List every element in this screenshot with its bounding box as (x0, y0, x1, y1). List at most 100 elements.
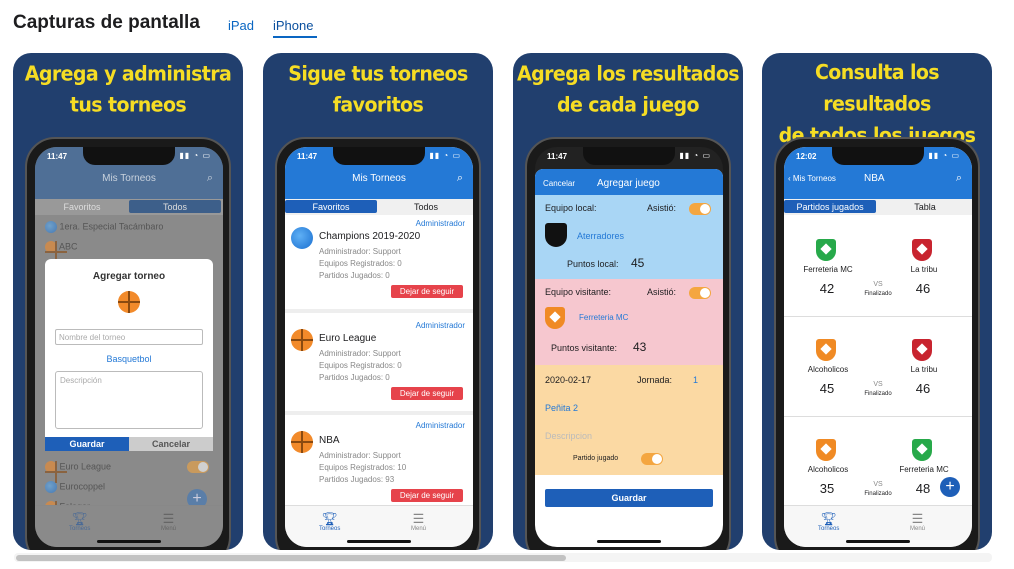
screenshot-card-4[interactable]: Consulta los resultados de todos los jueg… (762, 53, 992, 550)
tab-menu[interactable]: ☰ Menú (161, 511, 176, 533)
list-item[interactable]: Eurocoppel (45, 481, 105, 493)
tab-menu[interactable]: ☰ Menú (411, 512, 426, 533)
home-shield-icon (816, 239, 836, 266)
game-card[interactable]: Ferreteria MC La tribu 42 46 VS Finaliza… (784, 219, 972, 317)
tournament-name-input[interactable]: Nombre del torneo (55, 329, 203, 345)
visitor-points[interactable]: 43 (633, 340, 646, 354)
search-icon[interactable]: ⌕ (457, 172, 463, 185)
add-game-button[interactable]: + (940, 477, 960, 497)
caption-line: de cada juego (556, 93, 700, 117)
menu-icon: ☰ (162, 511, 175, 526)
round-value[interactable]: 1 (693, 375, 698, 385)
tab-menu[interactable]: ☰ Menú (910, 512, 925, 533)
search-icon[interactable]: ⌕ (956, 172, 962, 185)
visitor-team-name[interactable]: Ferreteria MC (579, 313, 628, 322)
played-label: Partido jugado (573, 455, 619, 462)
home-indicator (347, 540, 411, 543)
back-button[interactable]: ‹ Mis Torneos (788, 174, 836, 183)
cancel-button[interactable]: Cancelar (543, 179, 575, 188)
dialog-title: Agregar torneo (92, 271, 166, 282)
tab-torneos[interactable]: 🏆︎ Torneos (69, 511, 90, 533)
tab-torneos[interactable]: 🏆︎ Torneos (818, 511, 839, 533)
seg-played-games: Partidos jugados (784, 200, 877, 213)
local-attended-toggle[interactable] (689, 203, 711, 215)
tournament-card[interactable]: Administrador Champions 2019-2020 Admini… (285, 217, 473, 313)
date-field[interactable]: 2020-02-17 (545, 375, 591, 385)
trophy-icon: 🏆︎ (71, 511, 88, 526)
away-shield-icon (912, 239, 932, 266)
away-team: La tribu (910, 365, 938, 374)
description-input[interactable]: Descripción (55, 371, 203, 429)
seg-table: Tabla (914, 202, 936, 212)
vs-label: VS (873, 481, 883, 488)
save-button[interactable]: Guardar (45, 437, 129, 451)
notch (333, 147, 425, 165)
favorite-toggle[interactable] (187, 461, 209, 473)
save-button[interactable]: Guardar (545, 489, 713, 507)
unfollow-button[interactable]: Dejar de seguir (391, 285, 463, 298)
list-item[interactable]: 1era. Especial Tacámbaro (45, 221, 163, 233)
home-indicator (97, 540, 161, 543)
home-shield-icon (816, 339, 836, 366)
venue-field[interactable]: Peñita 2 (545, 403, 578, 413)
tab-ipad[interactable]: iPad (228, 18, 254, 33)
tab-iphone[interactable]: iPhone (273, 18, 313, 33)
round-label: Jornada: (637, 375, 673, 385)
phone-screen: 11:47 ▮▮ ◔ ▭ Cancelar Agregar juego Equip… (535, 147, 723, 547)
notch (83, 147, 175, 165)
local-points[interactable]: 45 (631, 256, 644, 270)
unfollow-button[interactable]: Dejar de seguir (391, 489, 463, 502)
scrollbar-thumb[interactable] (16, 555, 566, 561)
list-item[interactable]: ABC (45, 241, 78, 263)
local-team-section: Equipo local: Asistió: Aterradores Punto… (535, 195, 723, 279)
home-indicator (846, 540, 910, 543)
attended-label: Asistió: (647, 287, 677, 297)
game-card[interactable]: Alcoholicos La tribu 45 46 VS Finalizado (784, 319, 972, 417)
played-toggle[interactable] (641, 453, 663, 465)
status-time: 11:47 (47, 152, 68, 161)
role-label: Administrador (415, 321, 465, 330)
home-team: Alcoholicos (807, 365, 849, 374)
screenshot-card-1[interactable]: Agrega y administra tus torneos 11:47 ▮▮ ◔… (13, 53, 243, 550)
visitor-points-label: Puntos visitante: (551, 343, 618, 353)
vs-label: VS (873, 381, 883, 388)
notch (832, 147, 924, 165)
caption-line: Agrega los resultados (517, 61, 740, 86)
nav-title: NBA (864, 173, 885, 184)
tournament-card[interactable]: Administrador Euro League Administrador:… (285, 319, 473, 415)
tournament-card[interactable]: Administrador NBA Administrador: Support… (285, 419, 473, 515)
home-team: Alcoholicos (807, 465, 849, 474)
caption-line: Sigue tus torneos (288, 61, 468, 86)
game-status: Finalizado (864, 391, 892, 397)
status-icons: ▮▮ ◔ ▭ (928, 151, 960, 160)
card-caption: Agrega los resultados de cada juego (513, 59, 743, 122)
screenshot-card-3[interactable]: Agrega los resultados de cada juego 11:47… (513, 53, 743, 550)
cancel-button[interactable]: Cancelar (129, 437, 213, 451)
away-score: 46 (915, 281, 931, 296)
description-input[interactable]: Descripcion (545, 431, 592, 441)
unfollow-button[interactable]: Dejar de seguir (391, 387, 463, 400)
visitor-label: Equipo visitante: (545, 287, 612, 297)
card-caption: Agrega y administra tus torneos (13, 59, 243, 122)
page-title: Capturas de pantalla (13, 12, 200, 33)
chevron-left-icon: ‹ (788, 174, 791, 183)
list-item[interactable]: Euro League (45, 461, 111, 483)
phone-screen: 11:47 ▮▮ ◔ ▭ Mis Torneos ⌕ Favoritos Todo… (285, 147, 473, 547)
seg-todos: Todos (413, 202, 439, 212)
basketball-icon (291, 329, 313, 356)
status-time: 11:47 (297, 152, 318, 161)
away-shield-icon (912, 339, 932, 366)
basketball-icon (118, 291, 140, 318)
tab-torneos[interactable]: 🏆︎ Torneos (319, 512, 340, 533)
seg-favoritos: Favoritos (285, 200, 378, 213)
visitor-attended-toggle[interactable] (689, 287, 711, 299)
local-team-name[interactable]: Aterradores (577, 231, 624, 241)
game-status: Finalizado (864, 291, 892, 297)
screenshot-card-2[interactable]: Sigue tus torneos favoritos 11:47 ▮▮ ◔ ▭ M… (263, 53, 493, 550)
segmented-control[interactable]: Favoritos Todos (35, 199, 223, 215)
role-label: Administrador (415, 421, 465, 430)
sport-selector[interactable]: Basquetbol (45, 354, 213, 364)
trophy-icon: 🏆︎ (820, 511, 837, 526)
segmented-control[interactable]: Favoritos Todos (285, 199, 473, 215)
segmented-control[interactable]: Partidos jugados Tabla (784, 199, 972, 215)
